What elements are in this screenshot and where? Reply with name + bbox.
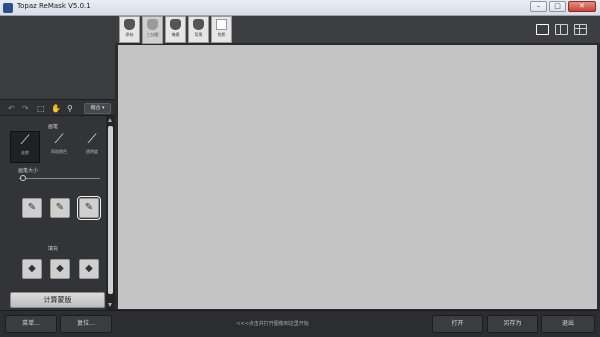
tool-row: ↶ ↷ ⬚ ✋ ⚲ 缩合 ▾ bbox=[0, 99, 115, 116]
brush-size-knob[interactable] bbox=[20, 175, 27, 181]
tab-mask[interactable]: 掩模 bbox=[165, 16, 186, 43]
apple-icon bbox=[193, 19, 204, 30]
open-button[interactable]: 打开 bbox=[432, 315, 483, 333]
brush-type-recover-color[interactable]: ⟋ 再现颜色 bbox=[44, 131, 74, 163]
exit-button[interactable]: 退出 bbox=[541, 315, 595, 333]
mode-dropdown[interactable]: 缩合 ▾ bbox=[84, 103, 111, 114]
selection-icon[interactable]: ⬚ bbox=[37, 104, 45, 113]
brush-section-title: 画笔 bbox=[47, 124, 58, 130]
menu-button[interactable]: 菜单... bbox=[5, 315, 57, 333]
tab-background[interactable]: 背景 bbox=[188, 16, 209, 43]
brush-size-label: 画笔大小 bbox=[18, 168, 39, 174]
redo-icon[interactable]: ↷ bbox=[22, 104, 29, 113]
view-tabs: 原始 三分图 掩模 背景 剪影 bbox=[119, 16, 232, 44]
apple-icon bbox=[147, 19, 158, 30]
single-view-icon[interactable] bbox=[536, 24, 549, 35]
brush-type-remove[interactable]: ⟋ 去除 bbox=[10, 131, 40, 163]
scroll-thumb[interactable] bbox=[108, 126, 113, 294]
bottom-bar: 菜单... 复位... <<<点击并打开图像到这里开始 打开 另存为 退出 bbox=[0, 310, 600, 337]
brush-mode-keep-icon[interactable]: ✎ bbox=[22, 198, 42, 218]
left-top-area bbox=[0, 16, 115, 100]
open-image-hint: <<<点击并打开图像到这里开始 bbox=[236, 321, 309, 327]
tab-cutout[interactable]: 剪影 bbox=[211, 16, 232, 43]
quad-view-icon[interactable] bbox=[574, 24, 587, 35]
reset-button[interactable]: 复位... bbox=[60, 315, 112, 333]
window-controls: – □ ✕ bbox=[530, 1, 596, 12]
panel-scrollbar[interactable] bbox=[106, 116, 115, 310]
brush-size-track[interactable] bbox=[19, 178, 100, 179]
tab-original[interactable]: 原始 bbox=[119, 16, 140, 43]
window-title: Topaz ReMask V5.0.1 bbox=[17, 2, 91, 10]
zoom-icon[interactable]: ⚲ bbox=[67, 104, 73, 113]
compute-mask-button[interactable]: 计算蒙版 bbox=[10, 292, 105, 308]
image-canvas[interactable] bbox=[117, 44, 598, 310]
undo-icon[interactable]: ↶ bbox=[8, 104, 15, 113]
brush-type-transparency[interactable]: ⟋ 透明度 bbox=[77, 131, 107, 163]
view-layout-buttons bbox=[536, 24, 587, 35]
tab-trimap[interactable]: 三分图 bbox=[142, 16, 163, 44]
apple-icon bbox=[124, 19, 135, 30]
magic-brush-icon: ⟋ bbox=[54, 132, 64, 147]
fill-drop-icon[interactable]: ◆ bbox=[50, 259, 70, 279]
fill-section-title: 填充 bbox=[47, 246, 58, 252]
fill-compute-icon[interactable]: ◆ bbox=[79, 259, 99, 279]
scroll-down-arrow-icon[interactable] bbox=[108, 303, 112, 307]
brush-mode-drop-icon[interactable]: ✎ bbox=[50, 198, 70, 218]
apple-icon bbox=[170, 19, 181, 30]
fill-brush-icon: ⟋ bbox=[87, 132, 97, 147]
cutout-icon bbox=[216, 19, 227, 30]
split-view-icon[interactable] bbox=[555, 24, 568, 35]
minimize-button[interactable]: – bbox=[530, 1, 547, 12]
fill-keep-icon[interactable]: ◆ bbox=[22, 259, 42, 279]
save-as-button[interactable]: 另存为 bbox=[487, 315, 538, 333]
close-button[interactable]: ✕ bbox=[568, 1, 596, 12]
hand-icon[interactable]: ✋ bbox=[51, 104, 61, 113]
brush-icon: ⟋ bbox=[20, 133, 30, 148]
maximize-button[interactable]: □ bbox=[549, 1, 566, 12]
brush-mode-compute-icon[interactable]: ✎ bbox=[77, 196, 101, 220]
scroll-up-arrow-icon[interactable] bbox=[108, 118, 112, 122]
title-bar: Topaz ReMask V5.0.1 – □ ✕ bbox=[0, 0, 600, 16]
app-logo-icon bbox=[3, 3, 13, 13]
